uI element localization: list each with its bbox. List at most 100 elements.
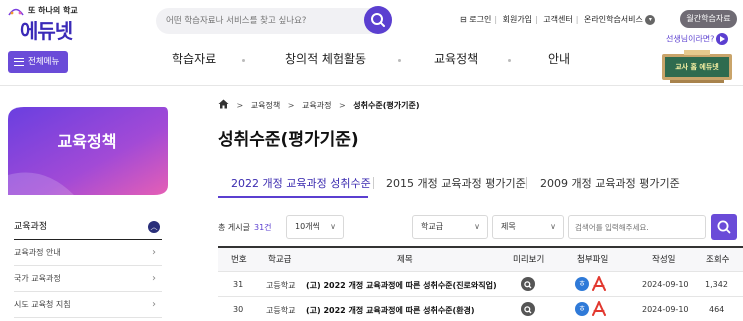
row-school-level: 고등학교 — [266, 281, 296, 290]
sidebar-item-national-curriculum[interactable]: 국가 교육과정 › — [14, 266, 162, 292]
school-level-select[interactable]: 학교급 ∨ — [412, 215, 488, 239]
util-divider: | — [494, 15, 498, 24]
row-number: 30 — [233, 305, 244, 314]
search-button[interactable] — [364, 6, 392, 34]
column-header: 첨부파일 — [577, 255, 609, 265]
sidebar-section-label: 교육과정 — [14, 222, 48, 232]
preview-icon[interactable] — [521, 302, 535, 316]
search-input[interactable] — [166, 12, 356, 30]
signup-link[interactable]: 회원가입 — [503, 14, 532, 25]
row-views: 1,342 — [705, 280, 728, 289]
per-page-value: 10개씩 — [295, 222, 320, 231]
gnb-guide[interactable]: 안내 — [548, 50, 570, 70]
search-field-value: 제목 — [501, 222, 516, 231]
sidebar-item-label: 교육과정 안내 — [14, 248, 61, 257]
chevron-down-icon[interactable]: ▾ — [645, 14, 656, 25]
per-page-select[interactable]: 10개씩 ∨ — [286, 215, 344, 239]
search-field-select[interactable]: 제목 ∨ — [492, 215, 564, 239]
gnb-education-policy[interactable]: 교육정책 — [434, 50, 478, 70]
utility-links: ⊟ 로그인 | 회원가입 | 고객센터 | 온라인학습서비스 ▾ — [460, 14, 660, 28]
column-header: 제목 — [397, 255, 413, 265]
chevron-down-icon: ∨ — [330, 222, 336, 231]
chevron-right-icon: › — [152, 273, 156, 284]
edunet-logo[interactable]: 또 하나의 학교 에듀넷 — [6, 4, 116, 43]
breadcrumb-separator: > — [236, 101, 244, 110]
tab-divider — [373, 177, 374, 189]
table-row[interactable]: 30 고등학교 (고) 2022 개정 교육과정에 따른 성취수준(환경) ㅎ … — [218, 297, 743, 318]
teacher-question-link[interactable]: 선생님이라면? — [666, 33, 738, 47]
row-views: 464 — [709, 305, 725, 314]
board-text: 교사 홈 에듀넷 — [675, 63, 719, 71]
keyword-search-button[interactable] — [711, 214, 737, 240]
login-link[interactable]: 로그인 — [469, 14, 491, 25]
page-title: 성취수준(평가기준) — [218, 130, 359, 150]
chevron-down-icon: ∨ — [474, 222, 480, 231]
sidebar-item-label: 국가 교육과정 — [14, 274, 61, 283]
table-top-border — [218, 246, 743, 248]
column-header: 조회수 — [706, 255, 730, 265]
chevron-up-icon: ︿ — [148, 221, 160, 233]
sidebar-item-provincial-guidelines[interactable]: 시도 교육청 지침 › — [14, 292, 162, 318]
gnb-dot — [242, 59, 245, 62]
search-bar — [156, 8, 392, 34]
total-count: 31건 — [253, 223, 272, 232]
breadcrumb-separator: > — [339, 101, 346, 110]
column-header: 작성일 — [652, 255, 676, 265]
tab-divider — [526, 177, 527, 189]
util-divider: | — [575, 15, 579, 24]
active-tab-indicator — [218, 196, 368, 198]
keyword-input[interactable] — [568, 215, 706, 239]
tab-2015-evaluation[interactable]: 2015 개정 교육과정 평가기준 — [386, 175, 526, 191]
play-icon — [716, 33, 729, 45]
tab-2009-evaluation[interactable]: 2009 개정 교육과정 평가기준 — [540, 175, 680, 191]
row-date: 2024-09-10 — [642, 280, 689, 289]
row-title[interactable]: (고) 2022 개정 교육과정에 따른 성취수준(환경) — [306, 305, 475, 316]
gnb-dot — [508, 59, 511, 62]
school-level-value: 학교급 — [421, 222, 444, 231]
all-menu-label: 전체메뉴 — [28, 57, 60, 67]
chevron-right-icon: › — [152, 299, 156, 310]
pdf-file-icon[interactable] — [592, 301, 606, 317]
monthly-materials-button[interactable]: 월간학습자료 — [680, 10, 737, 28]
breadcrumb-item[interactable]: 교육정책 — [251, 101, 280, 110]
pdf-file-icon[interactable] — [592, 276, 606, 292]
breadcrumb: > 교육정책 > 교육과정 > 성취수준(평가기준) — [218, 99, 420, 111]
all-menu-button[interactable]: 전체메뉴 — [8, 51, 68, 73]
row-number: 31 — [233, 280, 244, 289]
chevron-down-icon: ∨ — [550, 222, 556, 231]
sidebar-item-label: 시도 교육청 지침 — [14, 300, 71, 309]
hamburger-icon — [14, 58, 24, 66]
sidebar-item-curriculum-guide[interactable]: 교육과정 안내 › — [14, 240, 162, 266]
row-school-level: 고등학교 — [266, 306, 296, 315]
online-learning-link[interactable]: 온라인학습서비스 — [584, 14, 643, 25]
teacher-question-label: 선생님이라면? — [666, 34, 715, 44]
total-label: 총 게시글 — [218, 223, 250, 232]
breadcrumb-separator: > — [287, 101, 295, 110]
row-title[interactable]: (고) 2022 개정 교육과정에 따른 성취수준(진로와직업) — [306, 280, 497, 291]
breadcrumb-item[interactable]: 교육과정 — [302, 101, 331, 110]
teacher-home-banner[interactable]: 교사 홈 에듀넷 — [660, 50, 734, 84]
column-header: 학교급 — [268, 255, 292, 265]
logo-name: 에듀넷 — [20, 19, 73, 43]
gnb-learning-materials[interactable]: 학습자료 — [172, 50, 216, 70]
hwp-file-icon[interactable]: ㅎ — [575, 277, 589, 291]
row-date: 2024-09-10 — [642, 305, 689, 314]
tab-2022-achievement[interactable]: 2022 개정 교육과정 성취수준 — [231, 175, 371, 191]
column-header: 미리보기 — [513, 255, 545, 265]
chevron-right-icon: › — [152, 247, 156, 258]
home-icon[interactable] — [218, 99, 229, 111]
hwp-file-icon[interactable]: ㅎ — [575, 302, 589, 316]
breadcrumb-current: 성취수준(평가기준) — [353, 101, 420, 110]
total-posts: 총 게시글 31건 — [218, 222, 272, 233]
preview-icon[interactable] — [521, 277, 535, 291]
gnb-creative-activities[interactable]: 창의적 체험활동 — [285, 50, 366, 70]
sidebar-title: 교육정책 — [57, 132, 117, 151]
column-header: 번호 — [231, 255, 247, 265]
table-row[interactable]: 31 고등학교 (고) 2022 개정 교육과정에 따른 성취수준(진로와직업)… — [218, 272, 743, 296]
gnb-dot — [398, 59, 401, 62]
customer-center-link[interactable]: 고객센터 — [543, 14, 572, 25]
search-icon — [371, 13, 385, 27]
util-divider: | — [535, 15, 538, 24]
search-icon — [717, 220, 731, 234]
sidebar-section-curriculum[interactable]: 교육과정 ︿ — [14, 214, 162, 240]
